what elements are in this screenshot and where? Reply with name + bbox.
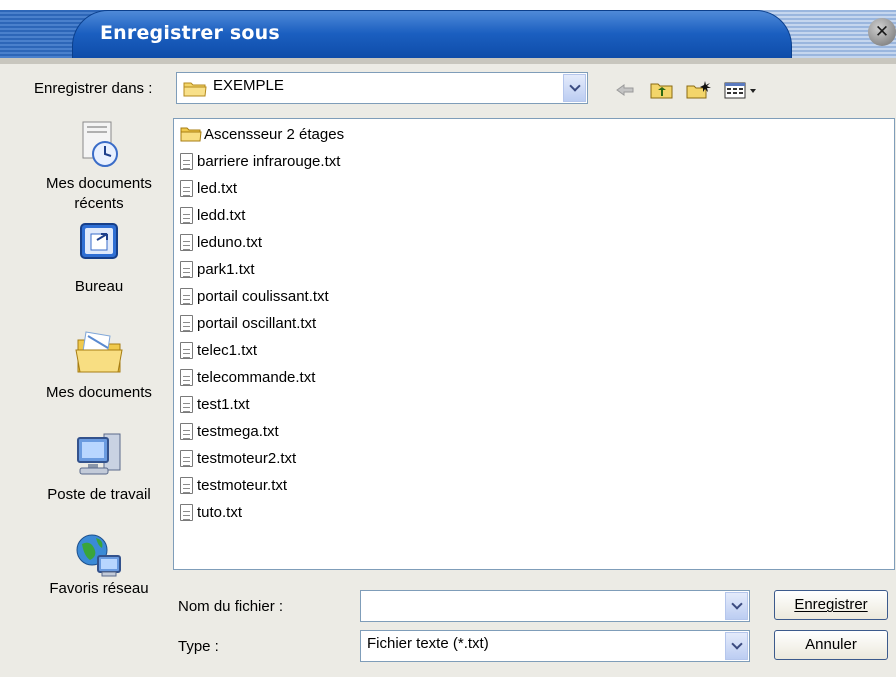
folder-icon [180,126,202,142]
network-places-icon [74,530,124,580]
file-name: test1.txt [197,395,250,413]
file-name: led.txt [197,179,238,197]
text-file-icon [180,368,193,386]
file-name: telecommande.txt [197,368,316,386]
text-file-icon [180,314,193,332]
cancel-button-label: Annuler [805,636,857,653]
chevron-down-icon[interactable] [725,632,748,660]
chevron-down-icon[interactable] [725,592,748,620]
file-name: ledd.txt [197,206,246,224]
list-item[interactable]: portail oscillant.txt [180,311,316,335]
window-title: Enregistrer sous [100,22,280,44]
recent-documents-icon [77,120,121,170]
list-item[interactable]: testmoteur2.txt [180,446,296,470]
file-name: park1.txt [197,260,255,278]
list-item[interactable]: park1.txt [180,257,255,281]
my-computer-icon [74,430,124,480]
place-my-computer[interactable]: Poste de travail [34,430,164,503]
title-bar[interactable]: Enregistrer sous ✕ [0,0,896,64]
place-desktop[interactable]: Bureau [34,220,164,295]
list-item-folder[interactable]: Ascensseur 2 étages [180,122,344,146]
text-file-icon [180,179,193,197]
save-button-label: Enregistrer [794,596,868,613]
filetype-select[interactable]: Fichier texte (*.txt) [360,630,750,662]
up-folder-icon[interactable] [650,80,674,100]
place-recent-documents[interactable]: Mes documents récents [34,120,164,214]
list-item[interactable]: testmoteur.txt [180,473,287,497]
place-my-documents[interactable]: Mes documents [34,326,164,401]
file-name: leduno.txt [197,233,263,251]
cancel-button[interactable]: Annuler [774,630,888,660]
chevron-down-icon[interactable] [563,74,586,102]
file-name: tuto.txt [197,503,243,521]
file-name: testmoteur.txt [197,476,288,494]
text-file-icon [180,206,193,224]
place-label: Bureau [74,278,124,295]
list-item[interactable]: led.txt [180,176,237,200]
my-documents-icon [74,326,124,376]
text-file-icon [180,422,193,440]
list-item[interactable]: test1.txt [180,392,250,416]
filetype-value: Fichier texte (*.txt) [367,635,489,652]
list-item[interactable]: barriere infrarouge.txt [180,149,340,173]
file-name: portail coulissant.txt [197,287,329,305]
text-file-icon [180,476,193,494]
text-file-icon [180,287,193,305]
save-button[interactable]: Enregistrer [774,590,888,620]
list-item[interactable]: tuto.txt [180,500,242,524]
list-item[interactable]: ledd.txt [180,203,245,227]
list-item[interactable]: telec1.txt [180,338,257,362]
place-label: Mes documents récents [46,175,152,212]
filename-input[interactable] [360,590,750,622]
place-network-places[interactable]: Favoris réseau [34,530,164,597]
filetype-label: Type : [178,638,219,655]
place-label: Favoris réseau [49,580,149,597]
file-name: portail oscillant.txt [197,314,317,332]
new-folder-icon[interactable] [686,80,712,100]
text-file-icon [180,152,193,170]
text-file-icon [180,503,193,521]
text-file-icon [180,449,193,467]
text-file-icon [180,233,193,251]
save-as-dialog: Enregistrer sous ✕ Enregistrer dans : EX… [0,0,896,677]
list-item[interactable]: testmega.txt [180,419,279,443]
save-in-value: EXEMPLE [213,77,284,94]
list-item[interactable]: telecommande.txt [180,365,315,389]
place-label: Mes documents [46,384,152,401]
back-arrow-icon[interactable] [614,80,636,100]
save-in-combo[interactable]: EXEMPLE [176,72,588,104]
file-name: barriere infrarouge.txt [197,152,341,170]
file-name: Ascensseur 2 étages [204,125,345,143]
desktop-icon [77,220,121,264]
file-name: testmega.txt [197,422,279,440]
file-name: testmoteur2.txt [197,449,297,467]
file-name: telec1.txt [197,341,258,359]
place-label: Poste de travail [47,486,151,503]
list-item[interactable]: portail coulissant.txt [180,284,329,308]
save-in-label: Enregistrer dans : [34,80,153,97]
close-button[interactable]: ✕ [868,18,896,46]
text-file-icon [180,395,193,413]
close-icon: ✕ [874,22,890,41]
text-file-icon [180,260,193,278]
view-menu-icon[interactable] [724,80,762,100]
file-list[interactable]: Ascensseur 2 étages barriere infrarouge.… [173,118,895,570]
folder-icon [183,80,207,101]
list-item[interactable]: leduno.txt [180,230,262,254]
text-file-icon [180,341,193,359]
filename-label: Nom du fichier : [178,598,284,615]
